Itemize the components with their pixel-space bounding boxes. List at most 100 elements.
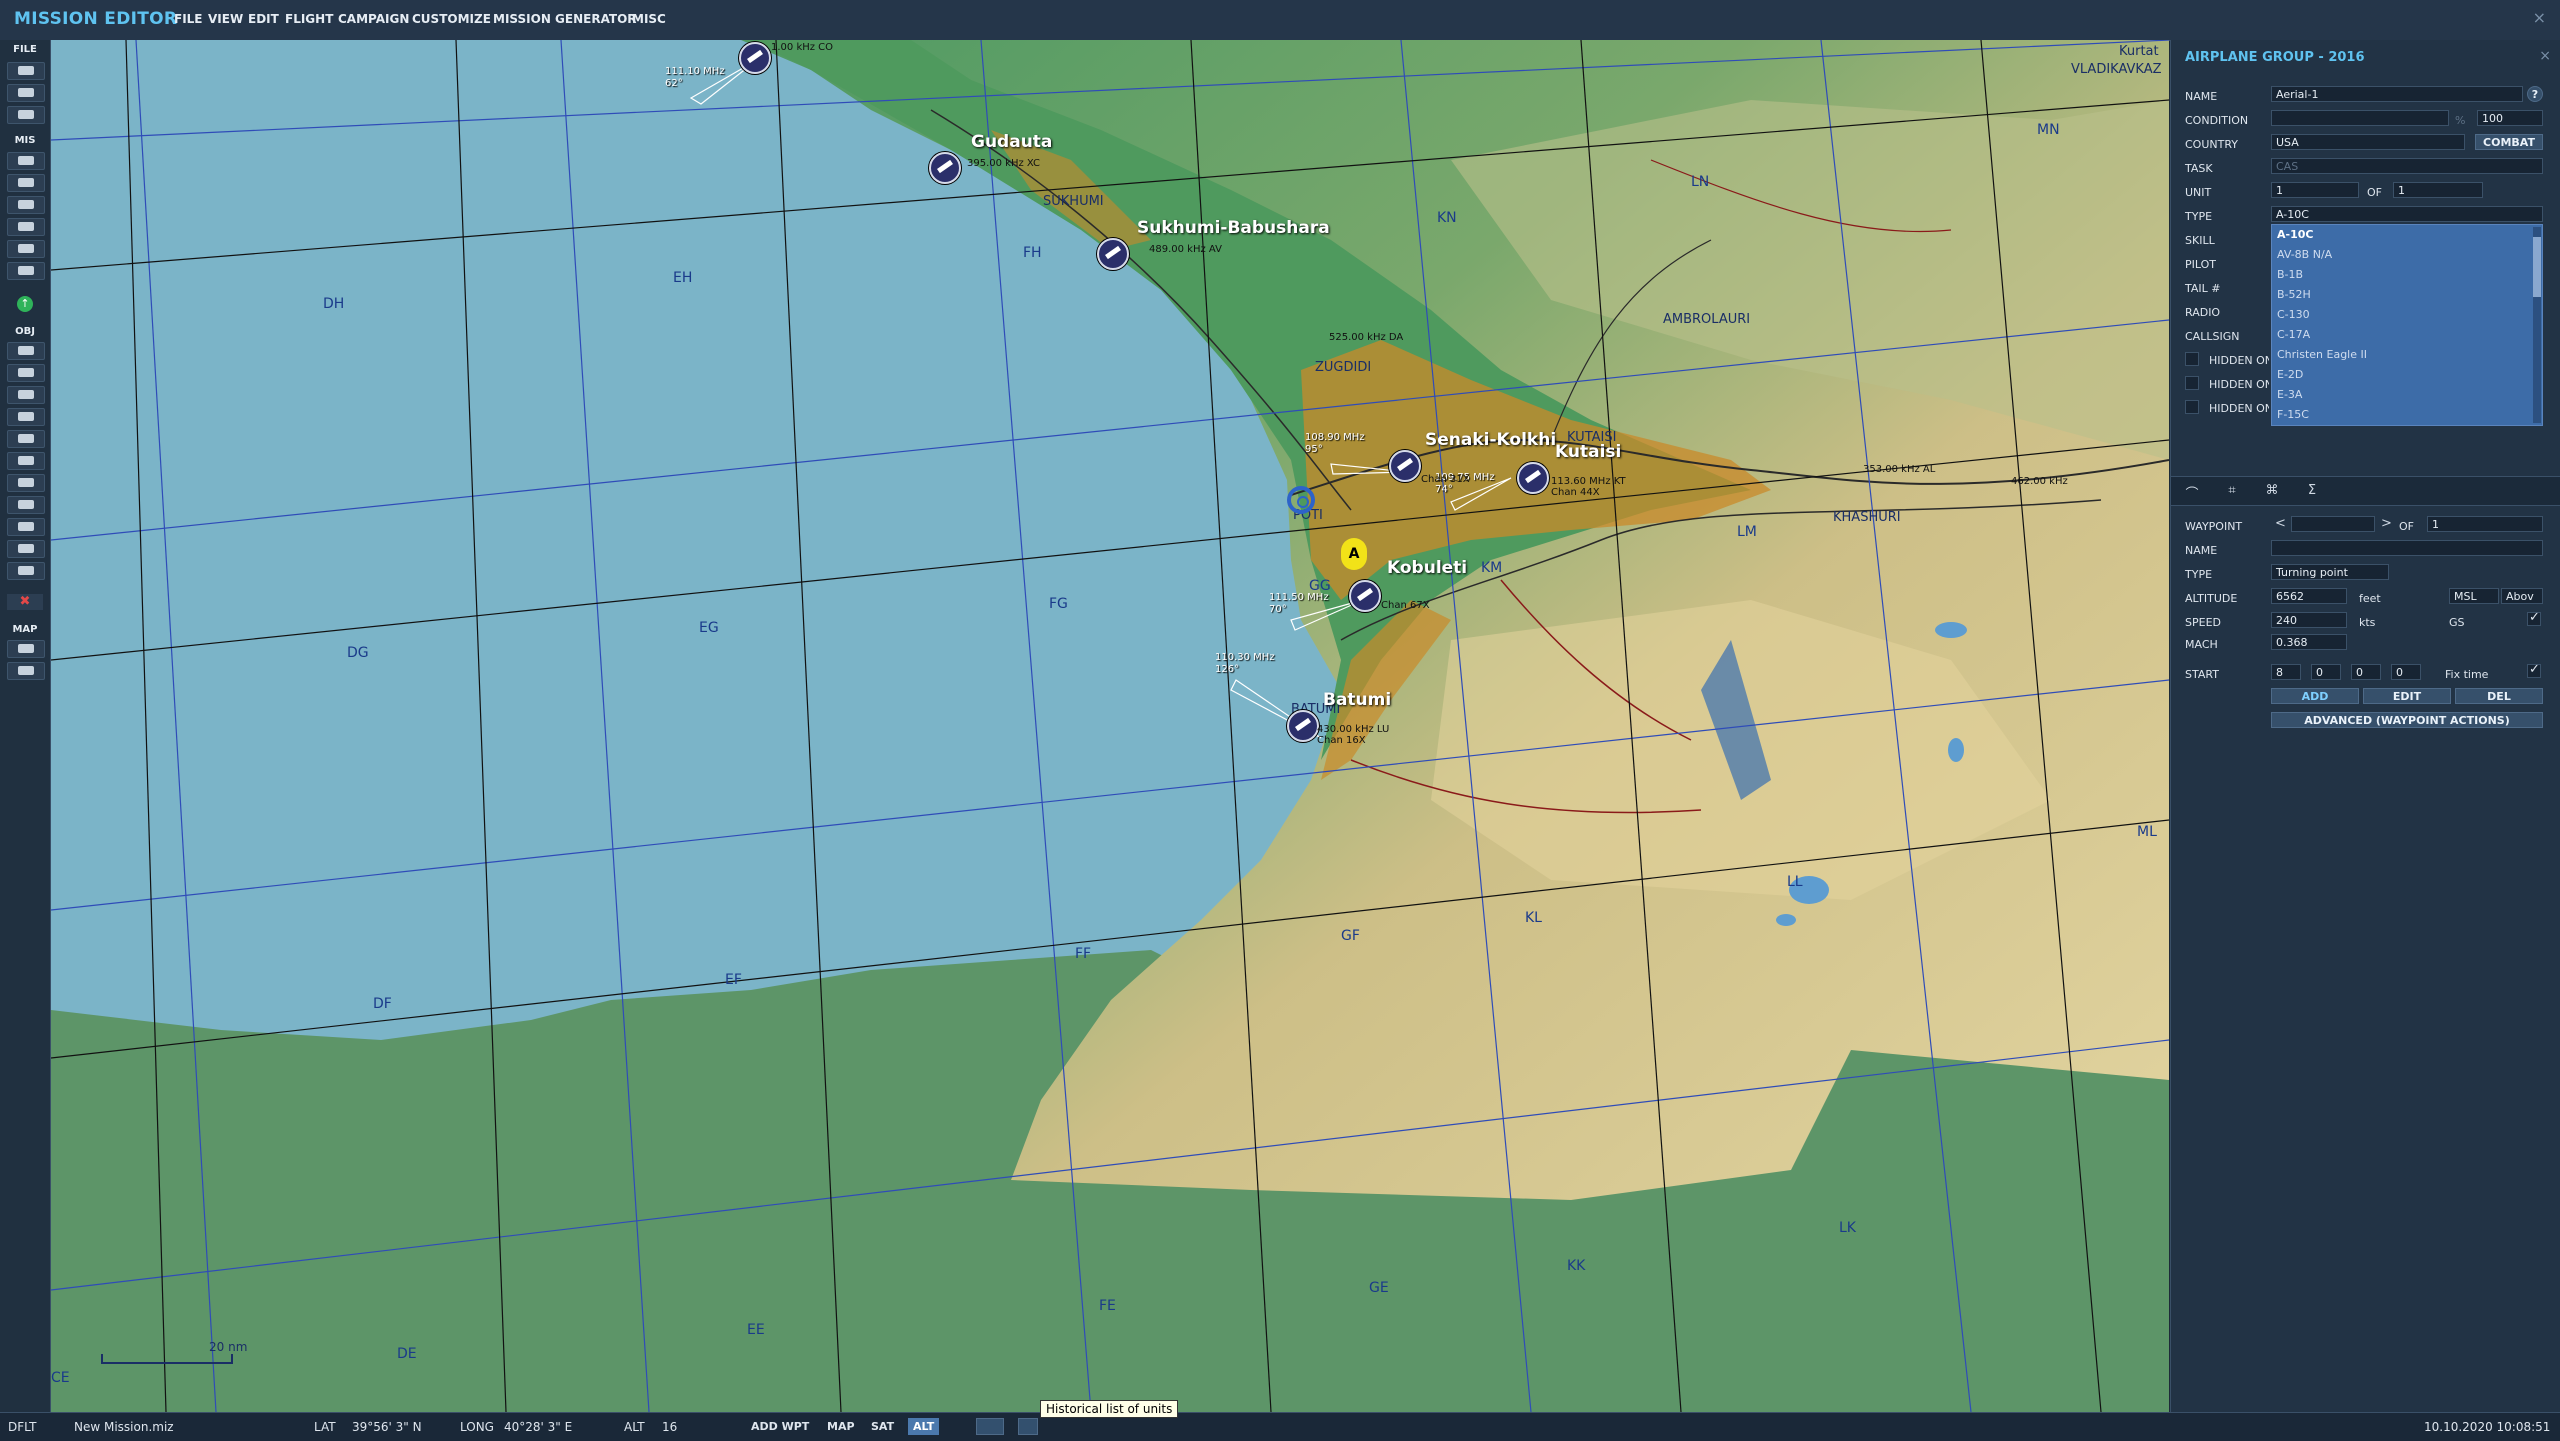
menu-file[interactable]: FILE	[174, 12, 203, 26]
add-waypoint-button[interactable]: ADD	[2271, 688, 2359, 704]
type-option[interactable]: B-52H	[2272, 285, 2542, 305]
new-file-button[interactable]	[7, 62, 45, 80]
type-option[interactable]: A-10C	[2272, 225, 2542, 245]
check-button[interactable]	[7, 262, 45, 280]
airfield-icon[interactable]	[1349, 580, 1381, 612]
airfield-icon[interactable]	[929, 152, 961, 184]
add-ship-group-button[interactable]	[7, 518, 45, 536]
altitude-input[interactable]: 6562	[2271, 588, 2347, 604]
country-select[interactable]: USA	[2271, 134, 2465, 150]
units-list-icon[interactable]	[976, 1418, 1004, 1435]
mission-map[interactable]: DH EH FH DG EG FG GG DF EF FF GF DE EE F…	[51, 40, 2169, 1412]
map-options-button[interactable]	[7, 640, 45, 658]
add-target-button[interactable]	[7, 474, 45, 492]
hidden-on-map-checkbox[interactable]	[2185, 352, 2199, 366]
type-option[interactable]: E-2D	[2272, 365, 2542, 385]
mach-input[interactable]: 0.368	[2271, 634, 2347, 650]
help-button[interactable]: ?	[2527, 86, 2543, 102]
menu-edit[interactable]: EDIT	[248, 12, 279, 26]
menu-mission-generator[interactable]: MISSION GENERATOR	[493, 12, 637, 26]
type-option[interactable]: C-130	[2272, 305, 2542, 325]
delete-waypoint-button[interactable]: DEL	[2455, 688, 2543, 704]
open-file-button[interactable]	[7, 84, 45, 102]
panel-close-icon[interactable]: ×	[2539, 48, 2551, 64]
altitude-ref-select[interactable]: MSL	[2449, 588, 2499, 604]
historical-units-icon[interactable]	[1018, 1418, 1038, 1435]
type-option[interactable]: C-17A	[2272, 325, 2542, 345]
start-seconds[interactable]: 0	[2351, 664, 2381, 680]
bullseye-marker[interactable]	[1287, 486, 1315, 514]
weather-button[interactable]	[7, 174, 45, 192]
menu-customize[interactable]: CUSTOMIZE	[412, 12, 491, 26]
combat-button[interactable]: COMBAT	[2475, 134, 2543, 150]
satellite-view-button[interactable]: SAT	[866, 1418, 899, 1435]
airfield-icon[interactable]	[1287, 710, 1319, 742]
payload-tab-icon[interactable]: ⌘	[2263, 483, 2281, 499]
edit-waypoint-button[interactable]: EDIT	[2363, 688, 2451, 704]
fly-mission-button[interactable]: ↑	[17, 296, 33, 312]
add-zone-button[interactable]	[7, 452, 45, 470]
altitude-view-button[interactable]: ALT	[908, 1418, 940, 1435]
type-dropdown-list[interactable]: A-10C AV-8B N/A B-1B B-52H C-130 C-17A C…	[2271, 224, 2543, 426]
unit-of-stepper[interactable]: 1	[2393, 182, 2483, 198]
unit-stepper[interactable]: 1	[2271, 182, 2359, 198]
task-select[interactable]: CAS	[2271, 158, 2543, 174]
theme-select[interactable]: DFLT	[8, 1420, 37, 1434]
waypoint-next-icon[interactable]: >	[2381, 516, 2392, 531]
menu-misc[interactable]: MISC	[632, 12, 666, 26]
add-marker-button[interactable]	[7, 496, 45, 514]
type-select[interactable]: A-10C	[2271, 206, 2543, 222]
condition-value-input[interactable]: 100	[2477, 110, 2543, 126]
type-option[interactable]: AV-8B N/A	[2272, 245, 2542, 265]
waypoint-prev-icon[interactable]: <	[2275, 516, 2286, 531]
airfield-icon[interactable]	[739, 42, 771, 74]
type-option[interactable]: F-15C	[2272, 405, 2542, 425]
goals-button[interactable]	[7, 218, 45, 236]
add-vehicle-button[interactable]	[7, 408, 45, 426]
start-hours[interactable]: 8	[2271, 664, 2301, 680]
type-option[interactable]: B-1B	[2272, 265, 2542, 285]
menu-flight[interactable]: FLIGHT	[285, 12, 333, 26]
save-file-button[interactable]	[7, 106, 45, 124]
briefing-button[interactable]	[7, 152, 45, 170]
wp-type-select[interactable]: Turning point	[2271, 564, 2389, 580]
altitude-ref2-select[interactable]: Abov	[2501, 588, 2543, 604]
airfield-icon[interactable]	[1389, 450, 1421, 482]
triggers-button[interactable]	[7, 196, 45, 214]
add-helicopter-button[interactable]	[7, 364, 45, 382]
delete-object-button[interactable]: ✖	[7, 594, 43, 610]
fix-time-checkbox[interactable]	[2527, 662, 2541, 678]
hidden-on-mfd-checkbox[interactable]	[2185, 400, 2199, 414]
add-templates-button[interactable]	[7, 540, 45, 558]
waypoint-select[interactable]	[2291, 516, 2375, 532]
speed-input[interactable]: 240	[2271, 612, 2347, 628]
type-list-scroll-thumb[interactable]	[2533, 237, 2541, 297]
resources-button[interactable]	[7, 240, 45, 258]
wp-name-input[interactable]	[2271, 540, 2543, 556]
hidden-on-planner-checkbox[interactable]	[2185, 376, 2199, 390]
add-shapes-button[interactable]	[7, 562, 45, 580]
gs-checkbox[interactable]	[2527, 610, 2541, 626]
start-days[interactable]: 0	[2391, 664, 2421, 680]
menu-view[interactable]: VIEW	[208, 12, 243, 26]
start-minutes[interactable]: 0	[2311, 664, 2341, 680]
add-airplane-button[interactable]	[7, 342, 45, 360]
condition-input[interactable]	[2271, 110, 2449, 126]
close-icon[interactable]: ×	[2533, 8, 2546, 27]
group-name-input[interactable]: Aerial-1	[2271, 86, 2523, 102]
type-option[interactable]: E-3A	[2272, 385, 2542, 405]
airfield-icon[interactable]	[1097, 238, 1129, 270]
add-waypoint-mode-button[interactable]: ADD WPT	[746, 1418, 814, 1435]
summary-tab-icon[interactable]: Σ	[2303, 483, 2321, 499]
add-static-button[interactable]	[7, 430, 45, 448]
map-view-button[interactable]: MAP	[822, 1418, 860, 1435]
type-option[interactable]: Christen Eagle II	[2272, 345, 2542, 365]
triggered-actions-tab-icon[interactable]: ⌗	[2223, 483, 2241, 499]
ruler-button[interactable]	[7, 662, 45, 680]
advanced-waypoint-actions-button[interactable]: ADVANCED (WAYPOINT ACTIONS)	[2271, 712, 2543, 728]
add-ship-button[interactable]	[7, 386, 45, 404]
route-tab-icon[interactable]: ⌒	[2183, 483, 2201, 502]
group-marker-a[interactable]: A	[1341, 538, 1367, 570]
menu-campaign[interactable]: CAMPAIGN	[338, 12, 409, 26]
airfield-icon[interactable]	[1517, 462, 1549, 494]
